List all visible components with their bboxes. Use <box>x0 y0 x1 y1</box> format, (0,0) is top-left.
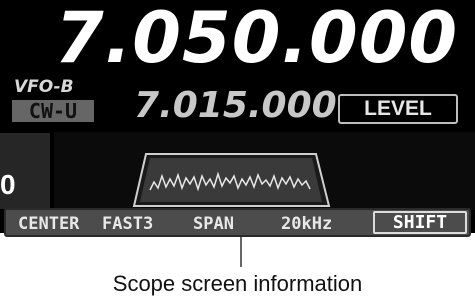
scope-speed: FAST3 <box>102 214 154 234</box>
callout-line <box>240 237 242 267</box>
main-frequency-readout: 7.050.000 <box>55 0 459 79</box>
mode-badge: CW-U <box>12 100 94 122</box>
callout-caption: Scope screen information <box>112 271 363 296</box>
vfo-label: VFO-B <box>14 77 74 97</box>
shift-button[interactable]: SHIFT <box>373 211 467 234</box>
spectrum-scope <box>54 132 475 210</box>
span-value: 20kHz <box>281 214 333 234</box>
scope-mode: CENTER <box>18 214 80 234</box>
scope-display <box>54 132 475 210</box>
side-panel-digit: 0 <box>0 169 16 200</box>
span-label: SPAN <box>193 214 234 234</box>
level-button[interactable]: LEVEL <box>338 94 458 124</box>
radio-display-screen: 7.050.000 VFO-B CW-U 7.015.000 LEVEL 0 <box>0 0 475 233</box>
scope-status-bar: CENTER FAST3 SPAN 20kHz SHIFT <box>4 208 471 237</box>
sub-frequency-readout: 7.015.000 <box>134 85 337 126</box>
